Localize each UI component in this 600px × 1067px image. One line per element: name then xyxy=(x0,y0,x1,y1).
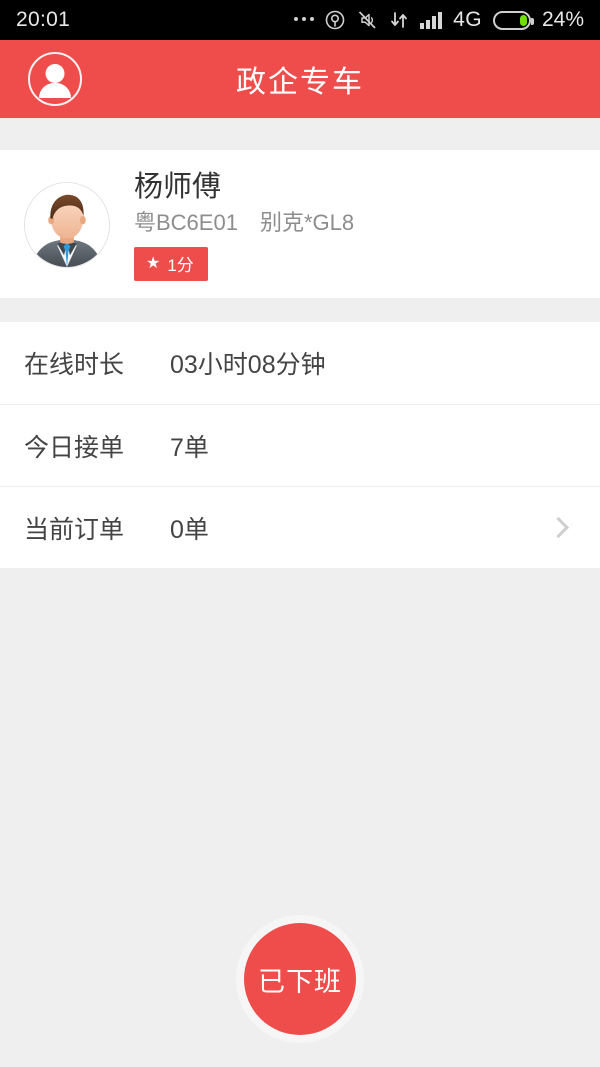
stats-list: 在线时长 03小时08分钟 今日接单 7单 当前订单 0单 xyxy=(0,322,600,568)
network-type-label: 4G xyxy=(453,8,482,31)
driver-photo[interactable] xyxy=(24,182,110,268)
stat-label: 在线时长 xyxy=(24,351,125,379)
status-bar: 20:01 4G 24% xyxy=(0,0,600,40)
signal-bars-icon xyxy=(420,11,443,29)
page-title: 政企专车 xyxy=(236,66,364,99)
stat-row-current-orders[interactable]: 当前订单 0单 xyxy=(0,486,600,568)
mute-icon xyxy=(356,9,378,31)
spacer-top xyxy=(0,118,600,150)
more-dots-icon xyxy=(294,16,315,24)
stat-value: 7单 xyxy=(170,433,209,462)
duty-status-button[interactable]: 已下班 xyxy=(244,923,356,1035)
battery-icon xyxy=(492,10,534,30)
driver-info: 杨师傅 粤BC6E01 别克*GL8 ★ 1分 xyxy=(134,169,354,282)
content-area: 已下班 xyxy=(0,568,600,1065)
driver-name: 杨师傅 xyxy=(134,170,222,203)
driver-vehicle-info: 粤BC6E01 别克*GL8 xyxy=(134,209,355,235)
stat-value: 03小时08分钟 xyxy=(170,351,326,379)
data-transfer-icon xyxy=(389,9,409,31)
user-icon-body xyxy=(39,83,71,98)
stat-label: 今日接单 xyxy=(24,433,125,462)
user-icon-head xyxy=(45,64,65,83)
app-header: 政企专车 xyxy=(0,40,600,118)
user-circle-icon[interactable] xyxy=(28,52,82,106)
battery-percent-label: 24% xyxy=(541,8,584,31)
chevron-right-icon xyxy=(547,516,570,539)
spacer-mid xyxy=(0,298,600,322)
stat-label: 当前订单 xyxy=(24,515,125,544)
stat-row-online-duration: 在线时长 03小时08分钟 xyxy=(0,322,600,404)
battery-fill xyxy=(519,14,527,26)
location-icon xyxy=(325,9,345,31)
driver-profile-card: 杨师傅 粤BC6E01 别克*GL8 ★ 1分 xyxy=(0,150,600,298)
rating-badge: ★ 1分 xyxy=(134,247,208,282)
status-icons: 4G 24% xyxy=(294,8,584,32)
stat-row-today-orders: 今日接单 7单 xyxy=(0,404,600,486)
rating-value: 1分 xyxy=(167,256,194,276)
stat-value: 0单 xyxy=(170,515,209,544)
status-time: 20:01 xyxy=(16,8,71,31)
star-icon: ★ xyxy=(146,254,161,272)
